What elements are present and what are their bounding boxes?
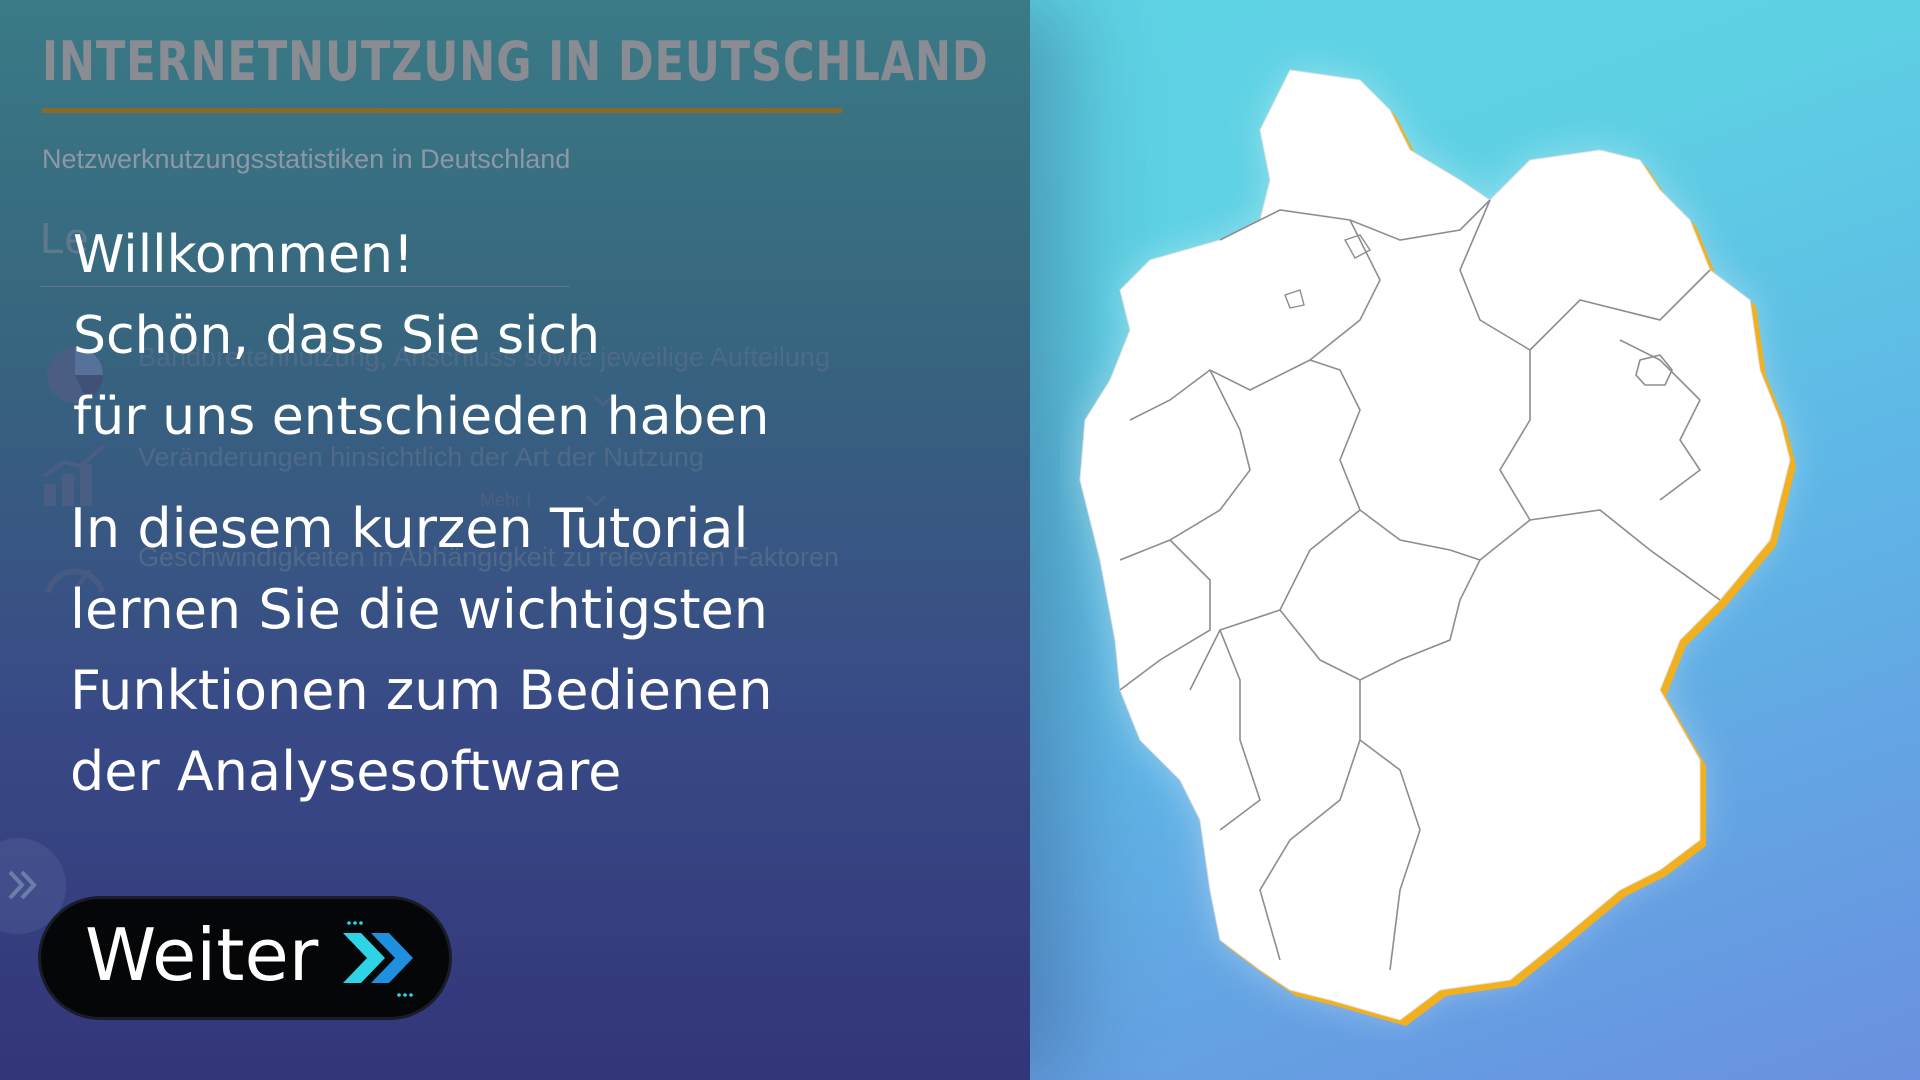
tutorial-line: der Analysesoftware: [70, 740, 622, 803]
germany-map: [1060, 40, 1880, 1040]
next-button[interactable]: Weiter: [41, 899, 449, 1017]
tutorial-description: In diesem kurzen Tutorial lernen Sie die…: [70, 488, 773, 812]
welcome-line: Willkommen!: [73, 225, 414, 285]
double-chevron-right-icon: [343, 921, 413, 997]
tutorial-line: In diesem kurzen Tutorial: [70, 497, 749, 560]
overlay-panel: INTERNETNUTZUNG IN DEUTSCHLAND Netzwerkn…: [0, 0, 1030, 1080]
welcome-line: für uns entschieden haben: [73, 387, 770, 447]
tutorial-line: Funktionen zum Bedienen: [70, 659, 773, 722]
page-subtitle: Netzwerknutzungsstatistiken in Deutschla…: [42, 144, 571, 174]
next-button-label: Weiter: [85, 913, 319, 997]
page-title: INTERNETNUTZUNG IN DEUTSCHLAND: [42, 30, 989, 93]
welcome-message: Willkommen! Schön, dass Sie sich für uns…: [73, 215, 769, 458]
germany-map-graphic: [1079, 69, 1796, 1026]
tutorial-line: lernen Sie die wichtigsten: [70, 578, 768, 641]
double-chevron-right-icon: [8, 870, 37, 900]
welcome-line: Schön, dass Sie sich: [73, 306, 601, 366]
title-underline: [42, 108, 842, 113]
